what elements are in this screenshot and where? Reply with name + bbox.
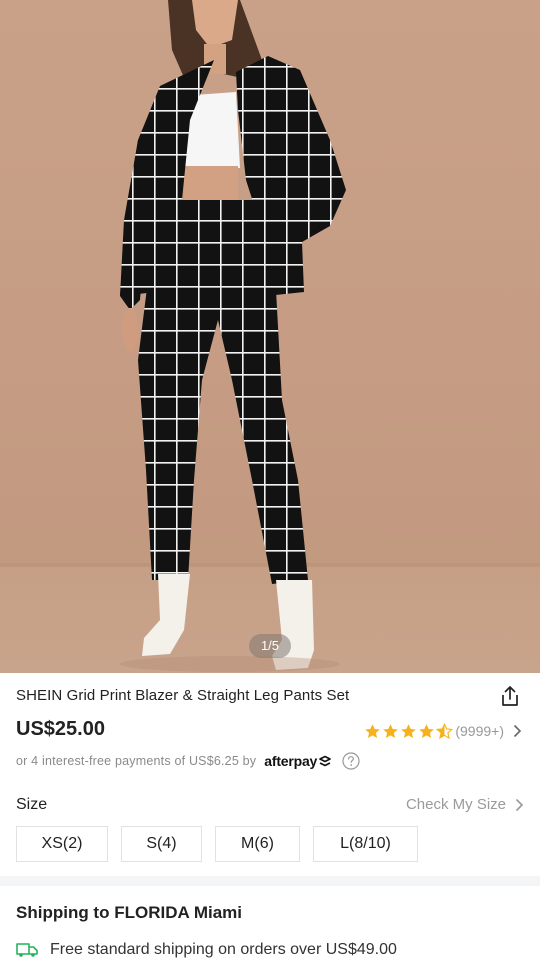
afterpay-brand: afterpay <box>264 753 318 769</box>
shipping-info: Free standard shipping on orders over US… <box>16 941 397 959</box>
star-full-icon <box>419 723 435 738</box>
check-my-size-link[interactable]: Check My Size <box>406 796 524 813</box>
chevron-right-icon <box>513 724 522 738</box>
size-header: Size Check My Size <box>16 794 524 816</box>
star-full-icon <box>383 723 399 738</box>
product-price: US$25.00 <box>16 718 105 740</box>
product-image-gallery[interactable]: 1/5 <box>0 0 540 673</box>
star-half-icon <box>436 722 454 739</box>
size-option-s[interactable]: S(4) <box>121 826 202 862</box>
truck-icon <box>16 943 38 957</box>
shipping-line: Free standard shipping on orders over US… <box>50 941 397 958</box>
size-option-xs[interactable]: XS(2) <box>16 826 108 862</box>
product-title-row: SHEIN Grid Print Blazer & Straight Leg P… <box>16 684 524 708</box>
shipping-title[interactable]: Shipping to FLORIDA Miami <box>16 903 242 923</box>
product-title: SHEIN Grid Print Blazer & Straight Leg P… <box>16 687 350 704</box>
product-photo <box>0 0 540 673</box>
size-option-l[interactable]: L(8/10) <box>313 826 418 862</box>
help-icon[interactable] <box>342 752 360 770</box>
afterpay-row: or 4 interest-free payments of US$6.25 b… <box>16 750 524 772</box>
check-my-size-label: Check My Size <box>405 796 506 813</box>
afterpay-logo: afterpay <box>264 753 332 769</box>
section-divider <box>0 876 540 886</box>
size-label: Size <box>16 796 48 813</box>
chevron-right-icon <box>515 798 524 811</box>
afterpay-text: or 4 interest-free payments of US$6.25 b… <box>16 754 257 768</box>
price-row: US$25.00 (9999+) <box>16 716 524 744</box>
rating-stars <box>364 722 454 740</box>
rating-link[interactable]: (9999+) <box>364 720 524 742</box>
share-icon[interactable] <box>498 684 522 708</box>
star-full-icon <box>401 723 417 738</box>
size-option-m[interactable]: M(6) <box>215 826 300 862</box>
star-full-icon <box>365 723 381 738</box>
afterpay-arrows-icon <box>319 755 331 767</box>
image-pager: 1/5 <box>249 634 291 658</box>
review-count: (9999+) <box>455 723 504 739</box>
